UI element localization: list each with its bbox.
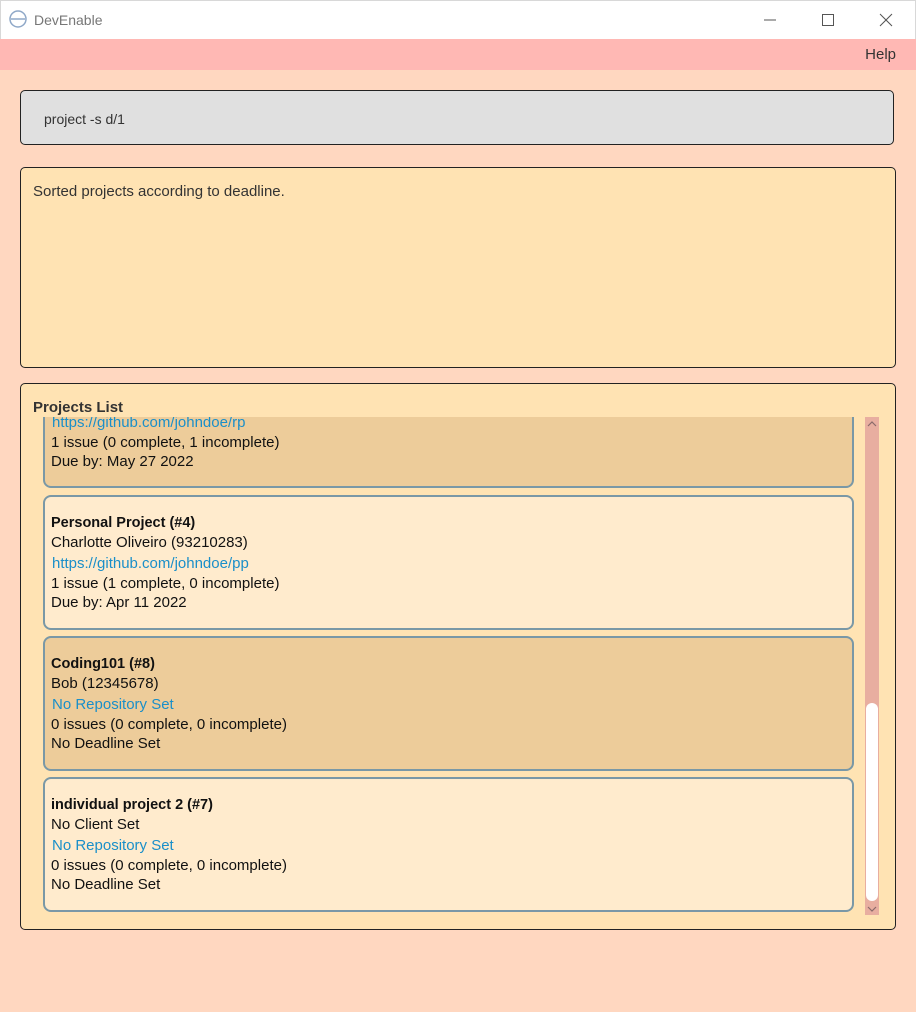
- projects-list-panel: Projects List https://github.com/johndoe…: [20, 383, 896, 930]
- close-button[interactable]: [863, 5, 909, 35]
- project-name: individual project 2 (#7): [51, 797, 213, 813]
- project-client: No Client Set: [51, 816, 140, 833]
- projects-list[interactable]: https://github.com/johndoe/rp 1 issue (0…: [42, 417, 857, 915]
- result-display: Sorted projects according to deadline.: [20, 167, 896, 368]
- project-deadline: Due by: May 27 2022: [51, 453, 194, 470]
- project-repo-link[interactable]: No Repository Set: [52, 696, 174, 713]
- project-deadline: No Deadline Set: [51, 735, 161, 752]
- scroll-down-icon: [867, 906, 877, 912]
- minimize-button[interactable]: [747, 5, 793, 35]
- project-deadline: No Deadline Set: [51, 876, 161, 893]
- window-title: DevEnable: [34, 12, 103, 28]
- project-deadline: Due by: Apr 11 2022: [51, 594, 187, 611]
- projects-scrollbar[interactable]: [865, 417, 879, 915]
- help-menu[interactable]: Help: [865, 46, 896, 63]
- projects-list-title: Projects List: [33, 399, 124, 416]
- project-issues: 0 issues (0 complete, 0 incomplete): [51, 857, 287, 874]
- maximize-icon: [822, 14, 834, 26]
- scroll-down-button[interactable]: [865, 903, 879, 915]
- close-icon: [879, 13, 893, 27]
- project-issues: 1 issue (0 complete, 1 incomplete): [51, 434, 280, 451]
- app-icon: [9, 10, 27, 28]
- project-card[interactable]: Personal Project (#4) Charlotte Oliveiro…: [43, 495, 854, 630]
- command-input[interactable]: project -s d/1: [44, 111, 125, 127]
- result-message: Sorted projects according to deadline.: [33, 183, 285, 200]
- scroll-up-button[interactable]: [865, 418, 879, 430]
- title-bar: DevEnable: [0, 0, 916, 39]
- maximize-button[interactable]: [805, 5, 851, 35]
- minimize-icon: [764, 19, 776, 21]
- project-issues: 0 issues (0 complete, 0 incomplete): [51, 716, 287, 733]
- project-name: Coding101 (#8): [51, 656, 155, 672]
- command-box[interactable]: project -s d/1: [20, 90, 894, 145]
- project-repo-link[interactable]: No Repository Set: [52, 837, 174, 854]
- menu-bar: Help: [0, 39, 916, 70]
- project-card[interactable]: https://github.com/johndoe/rp 1 issue (0…: [43, 417, 854, 488]
- project-repo-link[interactable]: https://github.com/johndoe/pp: [52, 555, 249, 572]
- project-client: Charlotte Oliveiro (93210283): [51, 534, 248, 551]
- scroll-thumb[interactable]: [866, 703, 878, 901]
- project-client: Bob (12345678): [51, 675, 159, 692]
- project-card[interactable]: individual project 2 (#7) No Client Set …: [43, 777, 854, 912]
- project-issues: 1 issue (1 complete, 0 incomplete): [51, 575, 280, 592]
- project-name: Personal Project (#4): [51, 515, 196, 531]
- project-card[interactable]: Coding101 (#8) Bob (12345678) No Reposit…: [43, 636, 854, 771]
- project-repo-link[interactable]: https://github.com/johndoe/rp: [52, 417, 245, 431]
- scroll-up-icon: [867, 421, 877, 427]
